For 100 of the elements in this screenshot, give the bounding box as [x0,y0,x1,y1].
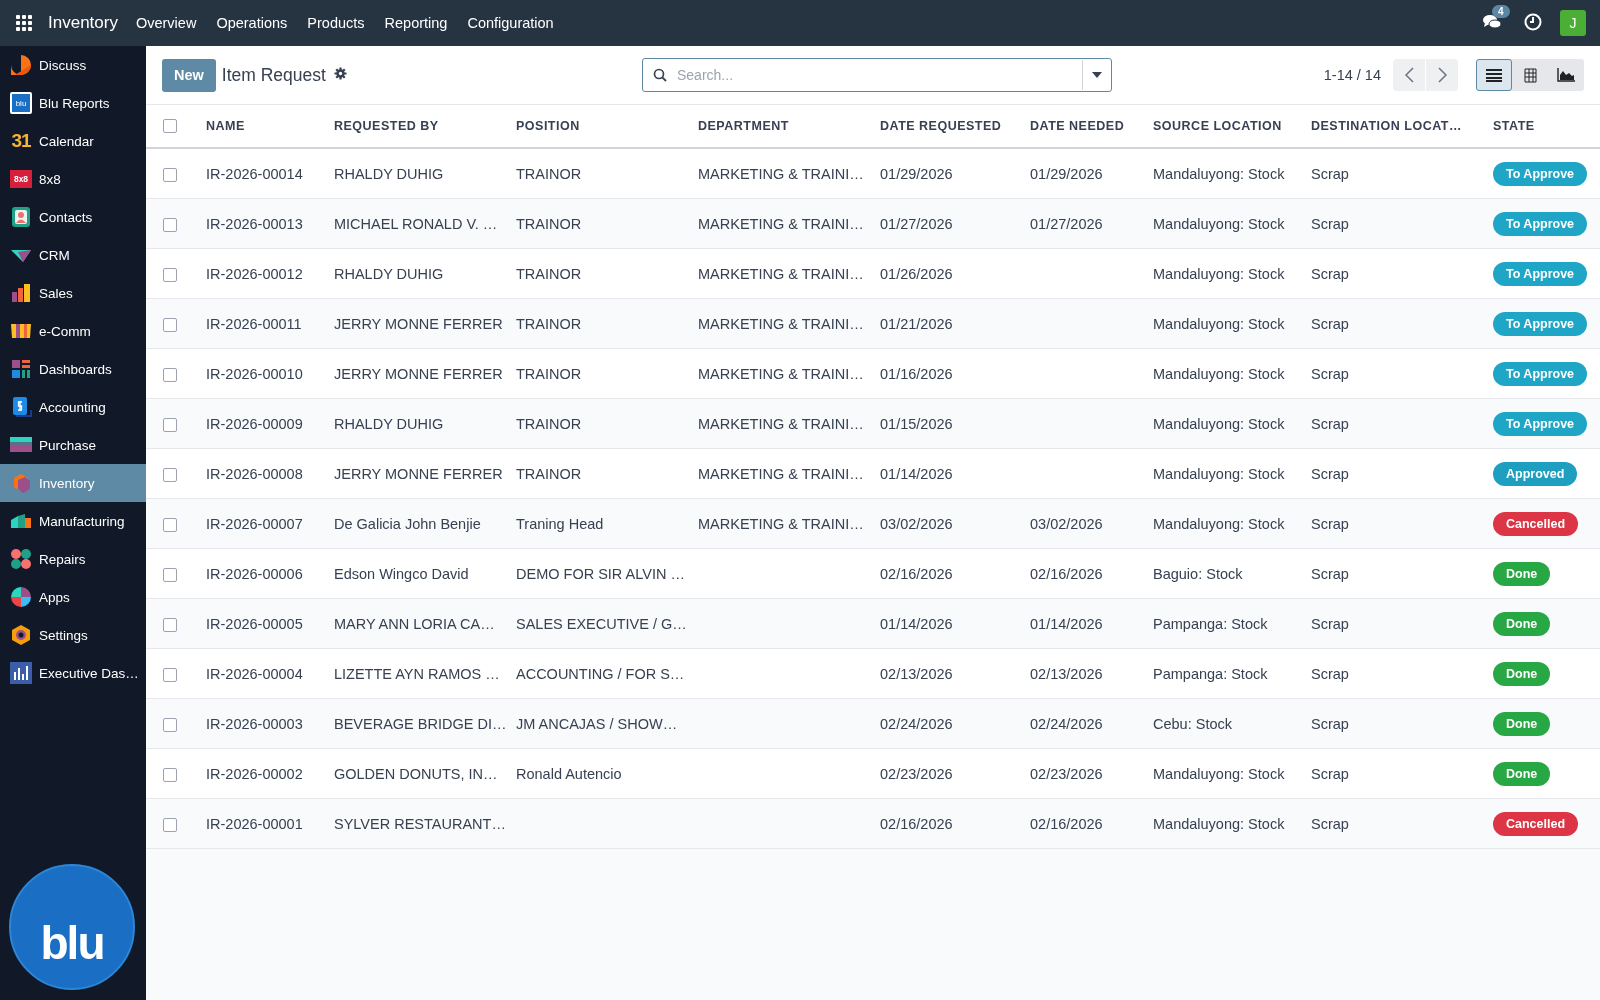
sidebar-item-label: e-Comm [39,323,91,339]
sidebar-item[interactable]: Manufacturing [0,502,146,540]
sidebar-item[interactable]: blu Blu Reports [0,84,146,122]
sidebar-item[interactable]: CRM [0,236,146,274]
column-header[interactable]: DATE REQUESTED [880,119,1002,133]
row-checkbox[interactable] [163,717,177,732]
table-cell: MARY ANN LORIA CA… [334,615,495,632]
table-cell: IR-2026-00007 [206,515,303,532]
clock-icon[interactable] [1524,12,1542,31]
chat-icon[interactable] [1482,14,1502,30]
table-cell: IR-2026-00014 [206,165,303,182]
sidebar-item[interactable]: Settings [0,616,146,654]
table-cell: JERRY MONNE FERRER [334,365,503,382]
column-header[interactable]: SOURCE LOCATION [1153,119,1282,133]
new-button[interactable]: New [162,58,216,92]
table-cell: Ronald Autencio [516,765,622,782]
row-checkbox[interactable] [163,467,177,482]
table-cell: MARKETING & TRAINI… [698,315,864,332]
table-cell: SALES EXECUTIVE / G… [516,615,687,632]
table-cell: TRAINOR [516,465,582,482]
table-cell: MARKETING & TRAINI… [698,165,864,182]
state-badge: Done [1493,761,1551,786]
table-cell: IR-2026-00008 [206,465,303,482]
sidebar-item[interactable]: e-Comm [0,312,146,350]
row-checkbox[interactable] [163,767,177,782]
table-cell: MARKETING & TRAINI… [698,215,864,232]
row-checkbox[interactable] [163,317,177,332]
table-cell: Edson Wingco David [334,565,469,582]
sidebar-item-label: Dashboards [39,361,112,377]
column-header[interactable]: NAME [206,119,245,133]
row-checkbox[interactable] [163,217,177,232]
table-cell: 02/13/2026 [1030,665,1103,682]
row-checkbox[interactable] [163,367,177,382]
sidebar-item[interactable]: Discuss [0,46,146,84]
row-checkbox[interactable] [163,817,177,832]
table-cell: 02/23/2026 [880,765,953,782]
table-cell: Mandaluyong: Stock [1153,765,1285,782]
row-checkbox[interactable] [163,617,177,632]
sidebar-item[interactable]: Apps [0,578,146,616]
table-cell: 02/16/2026 [880,565,953,582]
app-name[interactable]: Inventory [48,13,118,33]
menu-item[interactable]: Operations [216,15,288,31]
table-cell: TRAINOR [516,215,582,232]
table-cell: RHALDY DUHIG [334,265,444,282]
sidebar-item-label: Apps [39,589,70,605]
table-cell: IR-2026-00001 [206,815,303,832]
sidebar-item[interactable]: Contacts [0,198,146,236]
column-header[interactable]: DEPARTMENT [698,119,789,133]
menu-item[interactable]: Reporting [384,15,448,31]
column-header[interactable]: POSITION [516,119,580,133]
row-checkbox[interactable] [163,417,177,432]
table-cell: IR-2026-00013 [206,215,303,232]
sidebar-item[interactable]: Accounting [0,388,146,426]
bar-chart-icon [10,282,32,304]
sidebar-item[interactable]: Inventory [0,464,146,502]
view-switch-button[interactable] [1476,59,1512,91]
column-header[interactable]: REQUESTED BY [334,119,439,133]
table-cell: Mandaluyong: Stock [1153,265,1285,282]
row-checkbox[interactable] [163,667,177,682]
apps-menu-icon[interactable] [16,15,32,31]
row-checkbox[interactable] [163,517,177,532]
column-header[interactable]: STATE [1493,119,1535,133]
menu-item[interactable]: Configuration [467,15,554,31]
table-cell: TRAINOR [516,415,582,432]
caret-icon[interactable] [1092,72,1102,78]
sidebar-item[interactable]: 31 Calendar [0,122,146,160]
settings-icon[interactable] [333,67,347,80]
table-cell: Mandaluyong: Stock [1153,415,1285,432]
state-badge: Cancelled [1493,511,1579,536]
table-cell: 01/29/2026 [1030,165,1103,182]
column-header[interactable]: DATE NEEDED [1030,119,1125,133]
menu-item[interactable]: Overview [135,15,197,31]
8x8-logo-icon: 8x8 [10,170,32,188]
row-checkbox[interactable] [163,167,177,182]
contact-card-icon [10,206,32,228]
state-badge: To Approve [1493,311,1588,336]
sidebar-item-label: CRM [39,247,70,263]
sidebar-item[interactable]: Executive Das… [0,654,146,692]
table-cell: RHALDY DUHIG [334,415,444,432]
table-cell: JERRY MONNE FERRER [334,465,503,482]
sidebar-item-label: Settings [39,627,88,643]
row-checkbox[interactable] [163,267,177,282]
sidebar-item[interactable]: Purchase [0,426,146,464]
sidebar-item[interactable]: 8x8 8x8 [0,160,146,198]
table-cell: Scrap [1311,215,1349,232]
sidebar-item[interactable]: Repairs [0,540,146,578]
table-cell: IR-2026-00004 [206,665,303,682]
sidebar-item[interactable]: Sales [0,274,146,312]
column-header[interactable]: DESTINATION LOCAT… [1311,119,1462,133]
sidebar-item-label: Manufacturing [39,513,125,529]
menu-item[interactable]: Products [307,15,365,31]
search-field[interactable]: Search... [642,58,1112,92]
table-cell: 03/02/2026 [880,515,953,532]
state-badge: To Approve [1493,211,1588,236]
state-badge: Done [1493,661,1551,686]
sidebar-item[interactable]: Dashboards [0,350,146,388]
table-cell: MARKETING & TRAINI… [698,465,864,482]
select-all-checkbox[interactable] [163,119,177,134]
row-checkbox[interactable] [163,567,177,582]
blu-logo: blu [9,864,135,990]
